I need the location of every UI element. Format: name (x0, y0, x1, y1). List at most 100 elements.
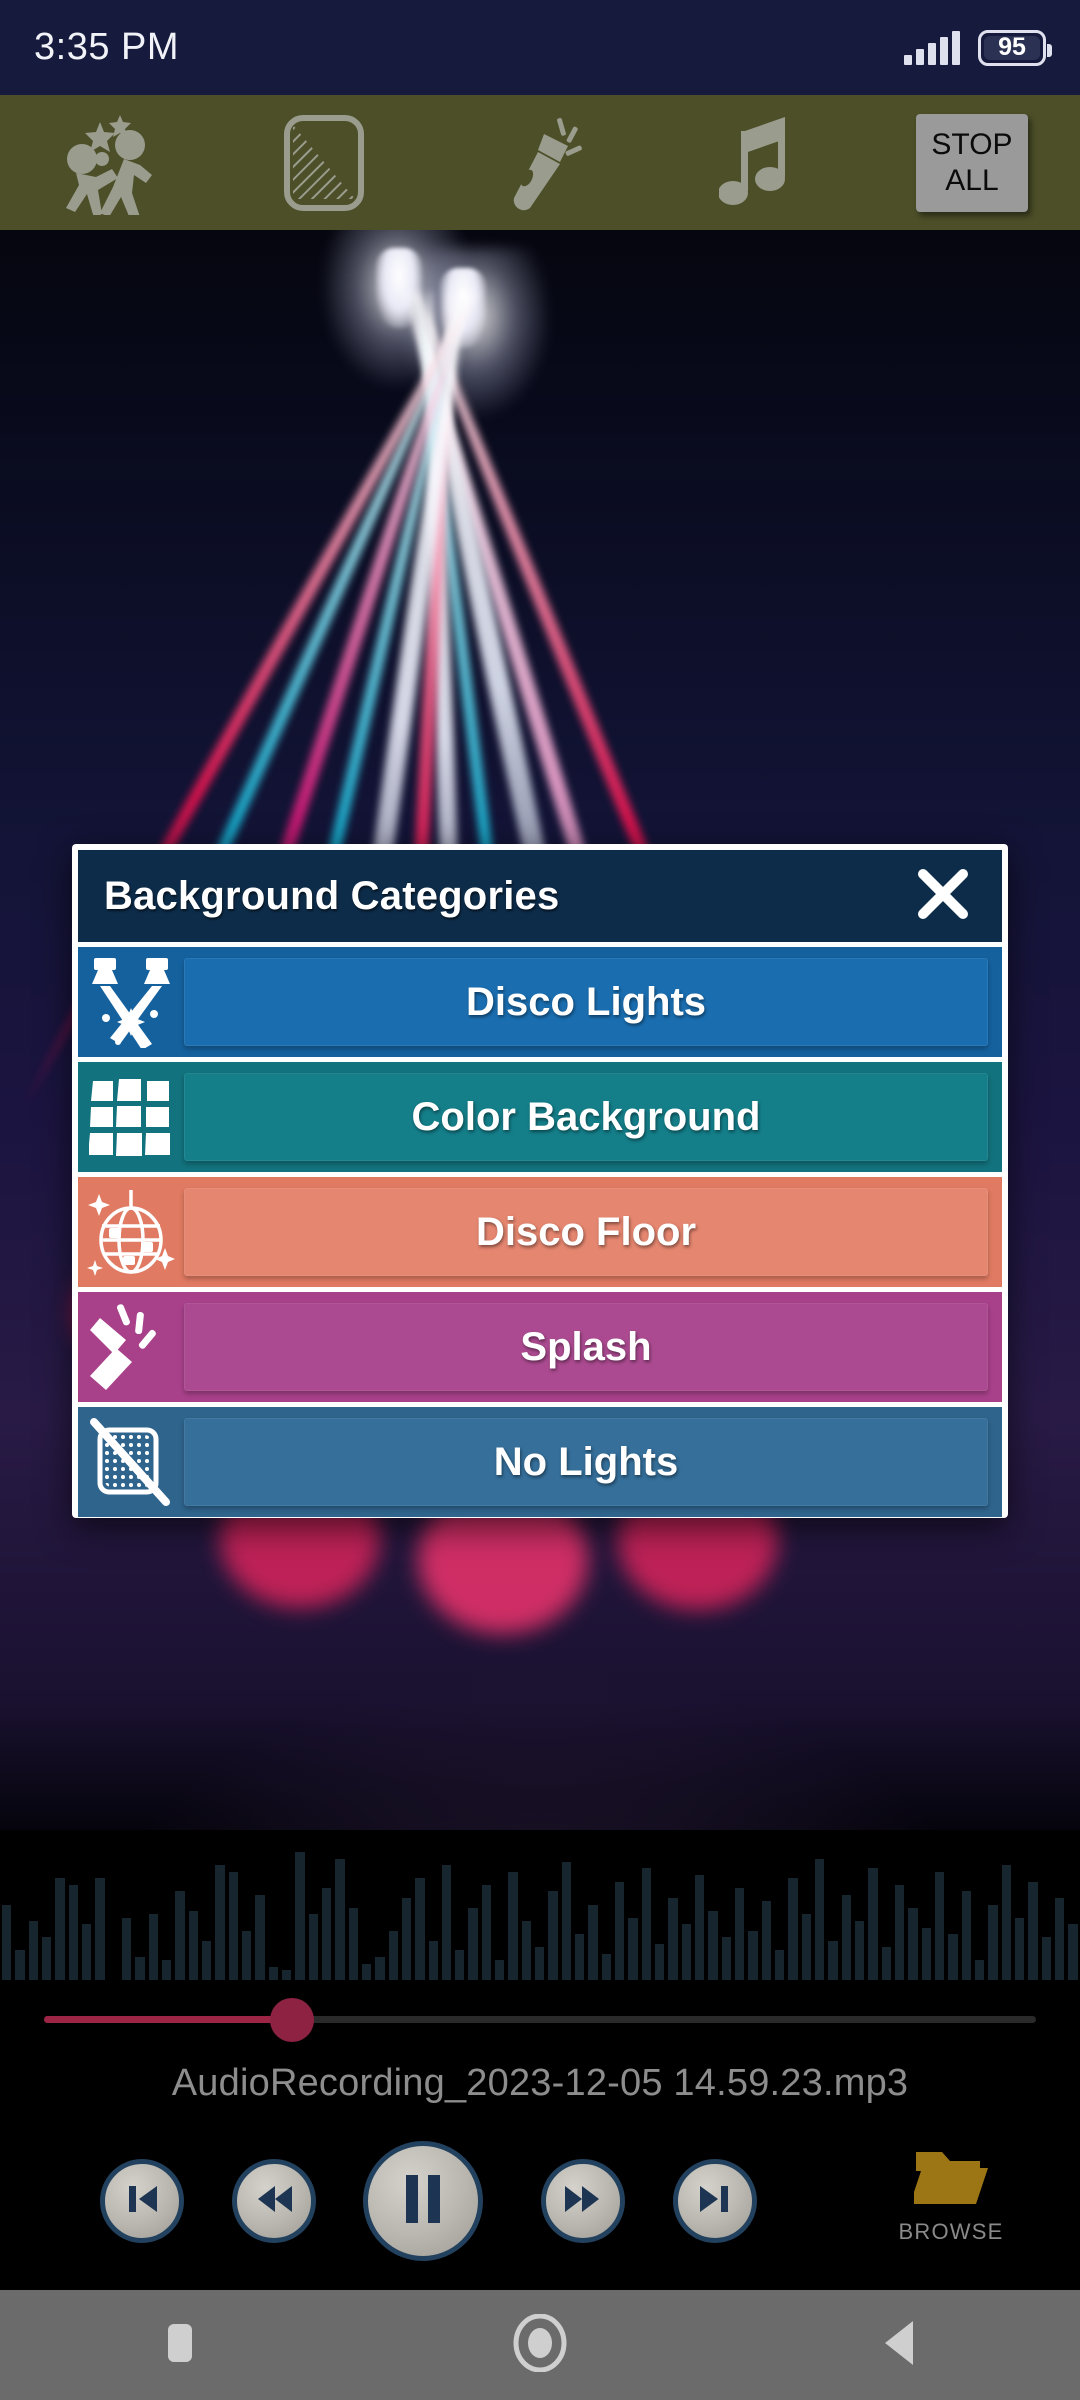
category-item-no-lights[interactable]: No Lights (78, 1407, 1002, 1517)
waveform-bar (681, 1924, 692, 1980)
audio-waveform (0, 1830, 1080, 1980)
waveform-bar (855, 1920, 865, 1980)
waveform-bar (561, 1861, 572, 1980)
waveform-bar (295, 1852, 305, 1980)
audio-player: AudioRecording_2023-12-05 14.59.23.mp3 B… (0, 1830, 1080, 2300)
waveform-bar (548, 1891, 558, 1980)
status-icons: 95 (904, 29, 1052, 66)
seek-fill (44, 2016, 292, 2023)
waveform-bar (281, 1970, 292, 1980)
waveform-bar (28, 1920, 38, 1980)
dancers-icon (54, 111, 162, 215)
app-toolbar: STOP ALL (0, 95, 1080, 230)
back-button[interactable] (810, 2290, 990, 2400)
fast-forward-icon (562, 2178, 604, 2225)
screen-pattern-button[interactable] (216, 95, 432, 230)
category-item-splash[interactable]: Splash (78, 1292, 1002, 1402)
waveform-bar (175, 1891, 185, 1980)
folder-icon (910, 2148, 988, 2213)
next-track-button[interactable] (673, 2159, 757, 2243)
square-icon (163, 2319, 197, 2372)
flashlight-button[interactable] (432, 95, 648, 230)
triangle-back-icon (879, 2317, 921, 2374)
waveform-bar (615, 1881, 625, 1980)
flashlight-icon (498, 112, 582, 214)
dancers-button[interactable] (0, 95, 216, 230)
pause-button[interactable] (363, 2141, 483, 2261)
waveform-bar (415, 1878, 425, 1980)
seek-thumb[interactable] (270, 1998, 314, 2042)
waveform-bar (748, 1930, 758, 1980)
waveform-bar (641, 1868, 652, 1980)
waveform-bar (95, 1878, 105, 1980)
stop-all-button[interactable]: STOP ALL (864, 95, 1080, 230)
waveform-bar (268, 1966, 278, 1980)
waveform-bar (15, 1950, 25, 1980)
browse-button[interactable]: BROWSE (876, 2148, 1026, 2245)
stop-all-line1: STOP (931, 128, 1013, 162)
color-grid-icon (78, 1062, 184, 1172)
waveform-bar (894, 1884, 905, 1980)
battery-icon: 95 (978, 29, 1052, 66)
waveform-bar (228, 1871, 238, 1980)
waveform-bar (41, 1937, 52, 1980)
waveform-bar (588, 1904, 598, 1980)
home-button[interactable] (450, 2290, 630, 2400)
waveform-bar (468, 1907, 478, 1980)
waveform-bar (1068, 1924, 1078, 1980)
waveform-bar (188, 1911, 198, 1980)
waveform-bar (521, 1920, 532, 1980)
background-categories-dialog: Background Categories Disco Lights Color… (72, 844, 1008, 1518)
waveform-bar (215, 1865, 225, 1980)
waveform-bar (961, 1891, 971, 1980)
category-label: No Lights (493, 1439, 679, 1484)
screen-pattern-icon (282, 113, 366, 213)
waveform-bar (535, 1947, 545, 1980)
status-bar: 3:35 PM 95 (0, 0, 1080, 95)
recents-button[interactable] (90, 2290, 270, 2400)
status-clock: 3:35 PM (34, 26, 180, 68)
stop-all-line2: ALL (945, 163, 999, 197)
waveform-bar (148, 1914, 158, 1980)
waveform-bar (775, 1950, 785, 1980)
category-label: Disco Floor (475, 1209, 697, 1254)
waveform-bar (1041, 1937, 1051, 1980)
fast-forward-button[interactable] (541, 2159, 625, 2243)
music-note-icon (719, 113, 793, 213)
waveform-bar (695, 1874, 705, 1980)
waveform-bar (255, 1894, 265, 1980)
waveform-bar (121, 1917, 132, 1980)
waveform-bar (348, 1907, 358, 1980)
waveform-bar (721, 1937, 732, 1980)
browse-label: BROWSE (898, 2219, 1004, 2244)
category-item-disco-floor[interactable]: Disco Floor (78, 1177, 1002, 1287)
system-navigation-bar (0, 2290, 1080, 2400)
waveform-bar (428, 1940, 438, 1980)
waveform-bar (508, 1871, 518, 1980)
close-icon (914, 865, 972, 928)
category-item-disco-lights[interactable]: Disco Lights (78, 947, 1002, 1057)
category-item-color-background[interactable]: Color Background (78, 1062, 1002, 1172)
waveform-bar (455, 1950, 465, 1980)
close-button[interactable] (906, 859, 980, 933)
previous-track-button[interactable] (100, 2159, 184, 2243)
waveform-bar (401, 1897, 412, 1980)
waveform-bar (761, 1901, 772, 1980)
rewind-button[interactable] (232, 2159, 316, 2243)
waveform-bar (135, 1957, 145, 1980)
waveform-bar (828, 1940, 838, 1980)
waveform-bar (815, 1858, 825, 1980)
category-label: Splash (520, 1324, 652, 1369)
waveform-bar (668, 1897, 678, 1980)
waveform-bar (375, 1957, 385, 1980)
music-button[interactable] (648, 95, 864, 230)
waveform-bar (241, 1930, 252, 1980)
waveform-bar (801, 1914, 812, 1980)
waveform-bar (908, 1907, 918, 1980)
waveform-bar (388, 1930, 398, 1980)
waveform-bar (441, 1865, 452, 1980)
waveform-bar (1054, 1897, 1065, 1980)
waveform-bar (495, 1960, 505, 1980)
seek-bar[interactable] (0, 1998, 1080, 2042)
waveform-bar (948, 1934, 958, 1980)
